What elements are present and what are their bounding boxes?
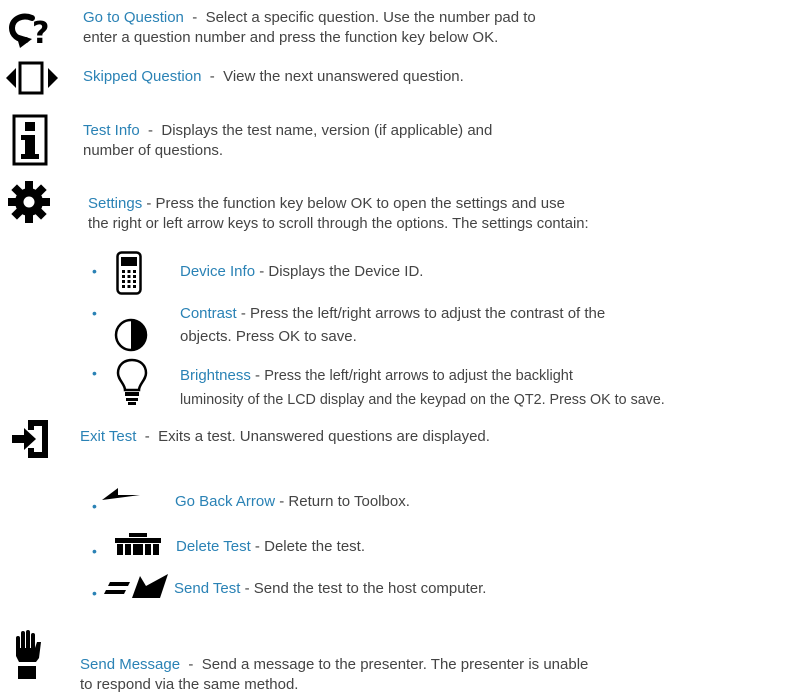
exit-test-entry: Exit Test - Exits a test. Unanswered que… [80,427,490,447]
bullet: • [92,543,97,559]
exit-test-term: Exit Test [80,428,137,445]
go-to-question-entry: Go to Question - Select a specific quest… [83,8,536,48]
description-line: Press the left/right arrows to adjust th… [264,368,573,384]
go-back-arrow-term: Go Back Arrow [175,493,276,510]
go-to-question-term: Go to Question [83,9,184,26]
send-icon [104,574,168,598]
delete-test-entry: Delete Test - Delete the test. [176,537,365,557]
test-info-entry: Test Info - Displays the test name, vers… [83,121,492,161]
go-back-arrow-entry: Go Back Arrow - Return to Toolbox. [175,492,410,512]
separator: - [142,195,156,212]
send-test-term: Send Test [174,580,241,597]
contrast-term: Contrast [180,305,237,322]
bullet: • [92,365,97,381]
separator: - [236,305,251,322]
separator: - [183,9,206,26]
bullet: • [92,263,97,279]
lightbulb-icon [116,358,148,405]
device-info-entry: Device Info - Displays the Device ID. [180,262,423,282]
settings-entry: Settings - Press the function key below … [88,194,589,234]
settings-term: Settings [88,195,143,212]
separator: - [139,122,162,139]
send-message-term: Send Message [80,656,181,673]
description-line: Displays the test name, version (if appl… [161,122,493,139]
contrast-icon [114,318,148,352]
description-line: Send a message to the presenter. The pre… [201,656,589,673]
description-line: Delete the test. [264,538,366,555]
separator: - [250,367,265,384]
description-line: Send the test to the host computer. [253,580,487,597]
info-icon [12,114,48,166]
separator: - [136,428,159,445]
description-line: enter a question number and press the fu… [83,29,499,46]
skipped-question-entry: Skipped Question - View the next unanswe… [83,67,464,87]
separator: - [250,538,265,555]
description-line: number of questions. [83,142,224,159]
description-line: Press the left/right arrows to adjust th… [250,305,606,322]
separator: - [201,68,224,85]
send-message-entry: Send Message - Send a message to the pre… [80,655,588,695]
svg-text:?: ? [32,16,49,48]
description-line: View the next unanswered question. [223,68,464,85]
description-line: to respond via the same method. [80,676,299,693]
description-line: Return to Toolbox. [288,493,410,510]
bullet: • [92,305,97,321]
test-info-term: Test Info [83,122,140,139]
skipped-question-icon [6,61,58,95]
separator: - [255,263,269,280]
description-line: Exits a test. Unanswered questions are d… [158,428,490,445]
bullet: • [92,498,97,514]
raised-hand-icon [16,630,41,679]
separator: - [240,580,254,597]
description-line: objects. Press OK to save. [180,328,357,345]
description-line: the right or left arrow keys to scroll t… [88,216,589,232]
device-info-term: Device Info [180,263,256,280]
exit-icon [12,420,48,458]
separator: - [180,656,202,673]
back-arrow-icon [102,488,140,500]
gear-icon [8,181,50,223]
description-line: Displays the Device ID. [268,263,424,280]
bullet: • [92,585,97,601]
brightness-entry: Brightness - Press the left/right arrows… [180,364,665,412]
go-to-question-icon: ? [8,13,49,48]
delete-icon [115,533,161,555]
device-icon [116,251,142,295]
delete-test-term: Delete Test [176,538,251,555]
skipped-question-term: Skipped Question [83,68,202,85]
contrast-entry: Contrast - Press the left/right arrows t… [180,302,605,348]
description-line: Press the function key below OK to open … [155,195,565,212]
send-test-entry: Send Test - Send the test to the host co… [174,579,486,599]
brightness-term: Brightness [180,367,251,384]
description-line: luminosity of the LCD display and the ke… [180,392,665,408]
description-line: Select a specific question. Use the numb… [205,9,536,26]
separator: - [275,493,289,510]
